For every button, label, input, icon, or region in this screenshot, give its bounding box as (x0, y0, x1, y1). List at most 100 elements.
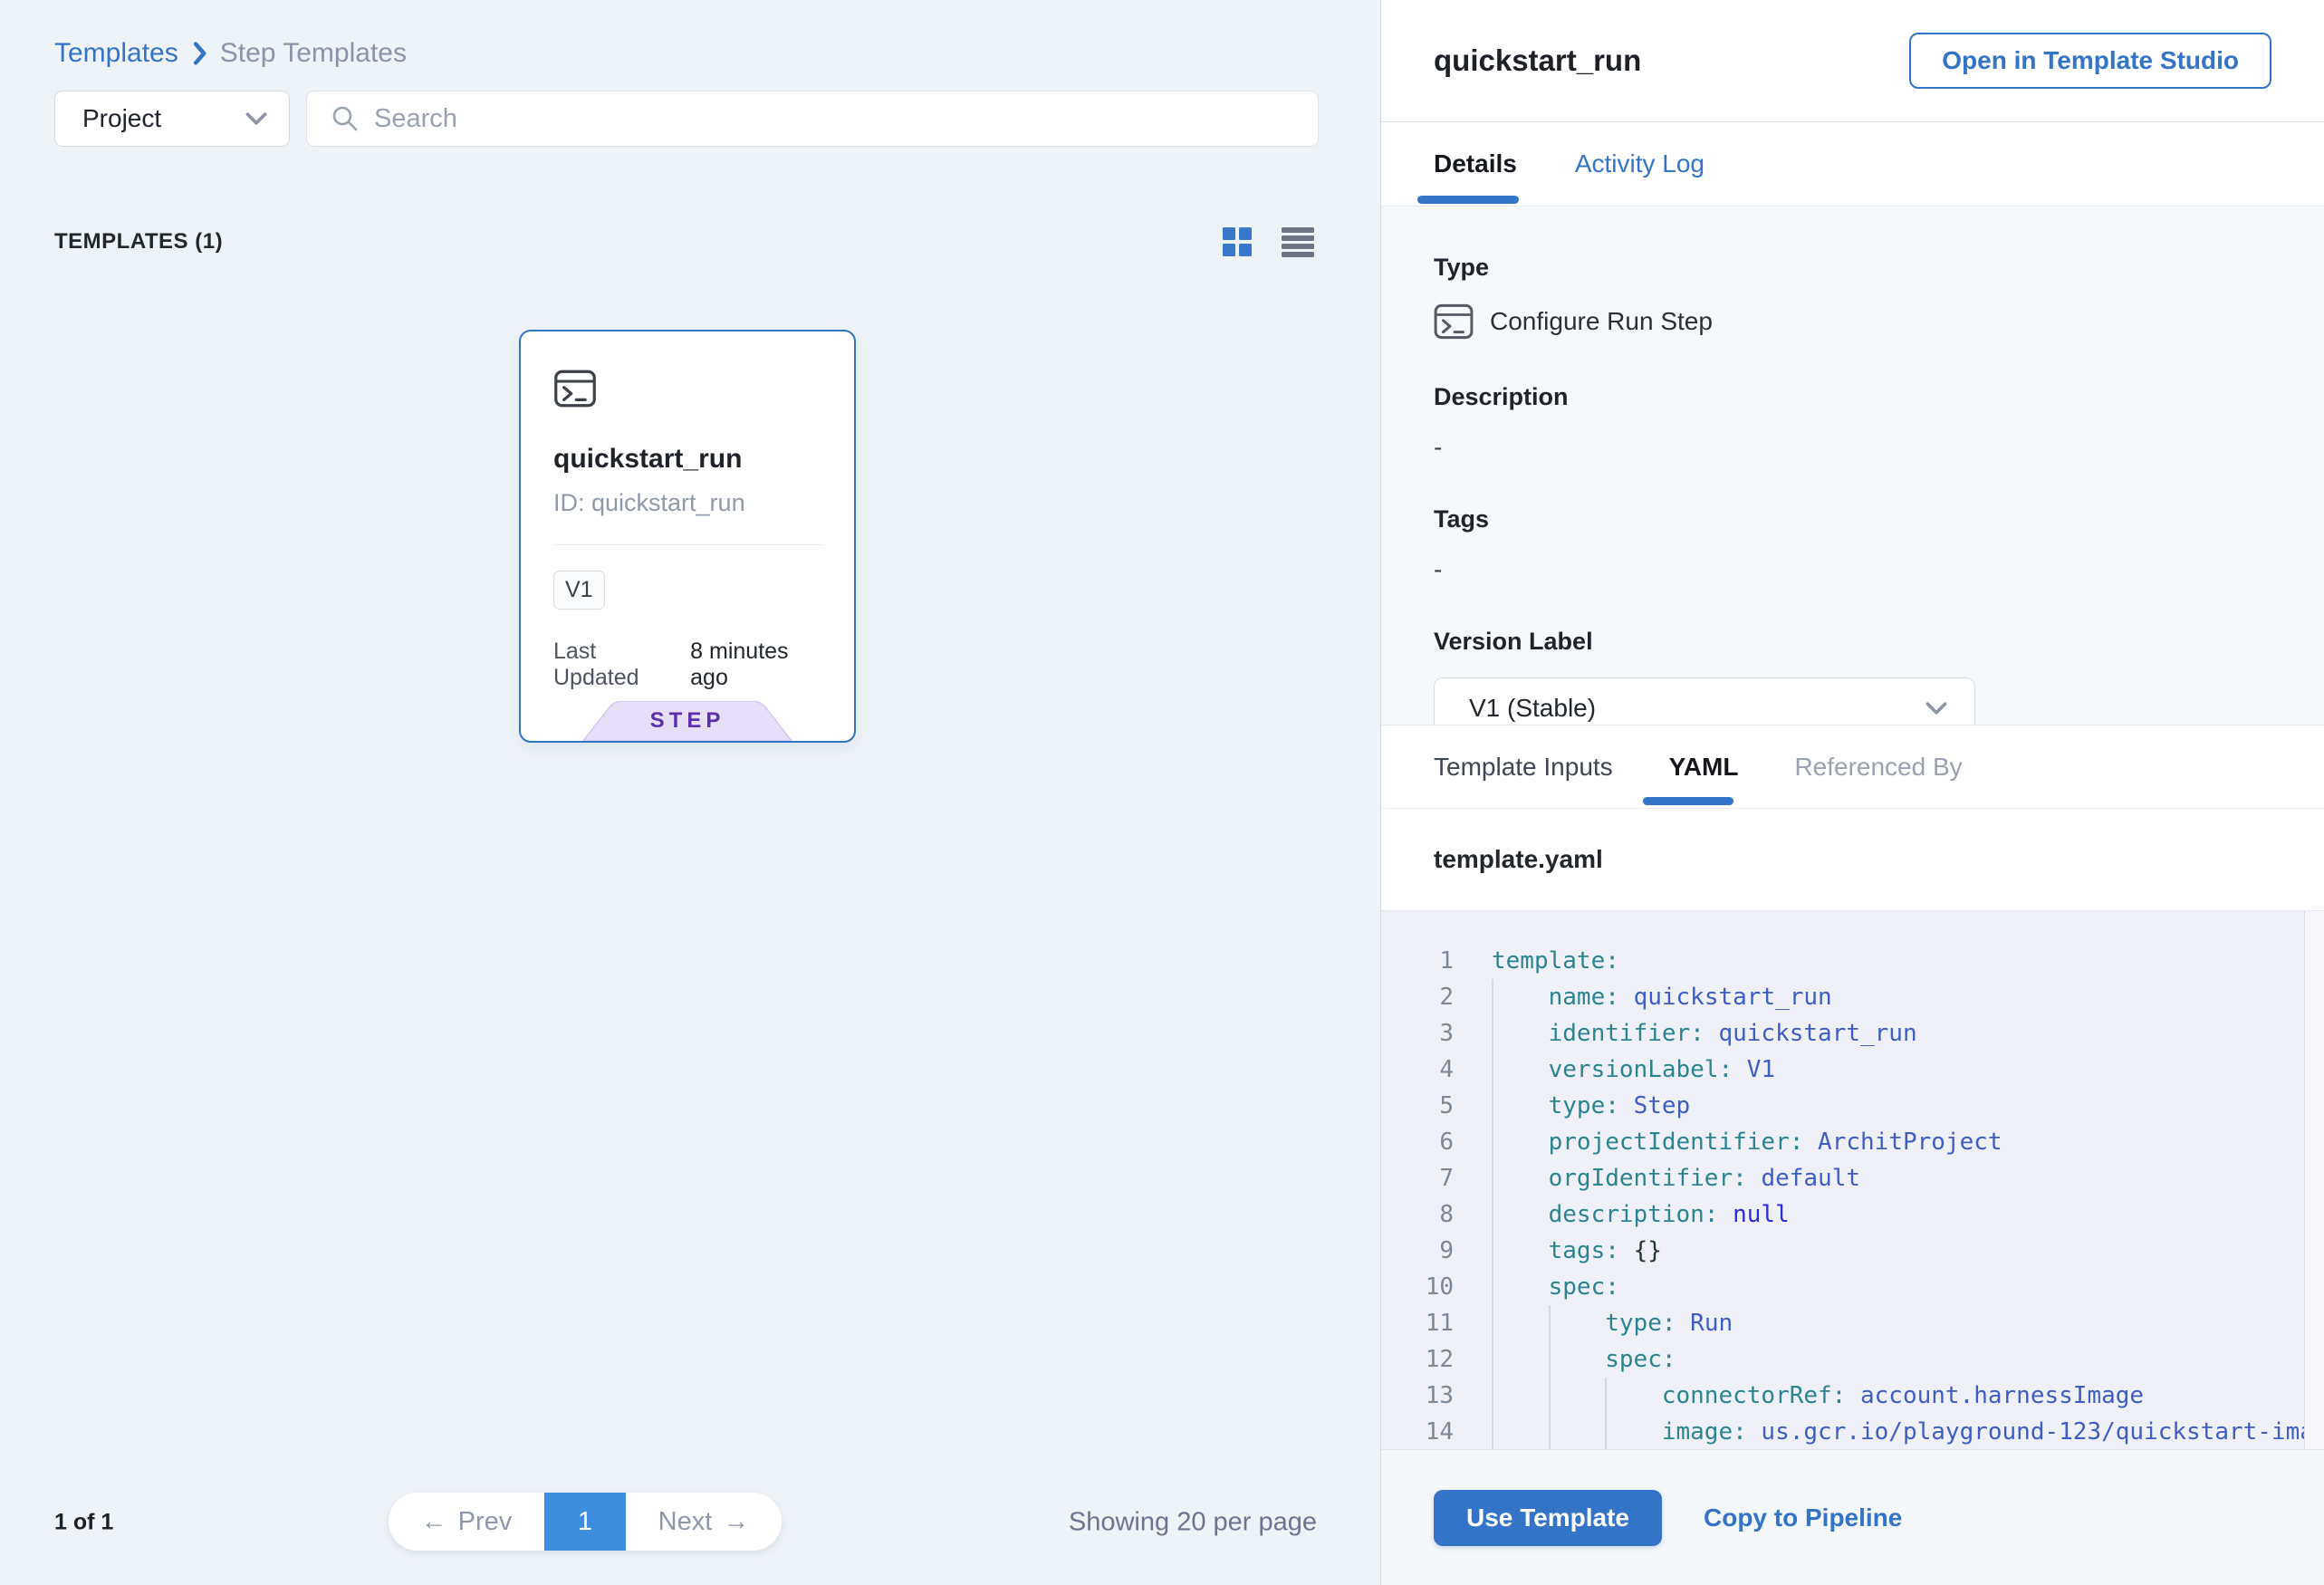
yaml-line: 6 projectIdentifier: ArchitProject (1381, 1124, 2324, 1160)
page-count-label: 1 of 1 (54, 1510, 113, 1536)
template-card-body: quickstart_run ID: quickstart_run V1 Las… (521, 331, 854, 691)
pagination: ← Prev 1 Next → (389, 1493, 782, 1551)
details-content: Type Configure Run Step Description - Ta… (1381, 206, 2324, 725)
list-header: TEMPLATES (1) (0, 147, 1380, 261)
next-page-button[interactable]: Next → (626, 1493, 782, 1551)
card-divider (553, 544, 821, 545)
details-title: quickstart_run (1434, 43, 1641, 78)
yaml-line-text: name: quickstart_run (1492, 979, 1832, 1015)
per-page-label: Showing 20 per page (1069, 1508, 1317, 1538)
tab-referenced-by[interactable]: Referenced By (1794, 753, 1962, 782)
grid-view-button[interactable] (1219, 223, 1255, 261)
yaml-line-text: spec: (1492, 1341, 1676, 1378)
yaml-line-text: connectorRef: account.harnessImage (1492, 1378, 2144, 1414)
template-card-title: quickstart_run (553, 444, 821, 475)
template-card[interactable]: quickstart_run ID: quickstart_run V1 Las… (519, 330, 856, 743)
yaml-line-text: orgIdentifier: default (1492, 1160, 1860, 1196)
yaml-line: 8 description: null (1381, 1196, 2324, 1233)
yaml-line-text: tags: {} (1492, 1233, 1662, 1269)
yaml-line: 13 connectorRef: account.harnessImage (1381, 1378, 2324, 1414)
prev-label: Prev (458, 1507, 513, 1537)
tags-value: - (1434, 555, 2271, 584)
type-field: Type Configure Run Step (1434, 254, 2271, 340)
tab-template-inputs[interactable]: Template Inputs (1434, 753, 1613, 782)
line-number: 3 (1381, 1015, 1454, 1052)
tags-label: Tags (1434, 505, 2271, 533)
yaml-line: 9 tags: {} (1381, 1233, 2324, 1269)
tags-field: Tags - (1434, 505, 2271, 584)
type-value: Configure Run Step (1490, 307, 1713, 336)
line-number: 9 (1381, 1233, 1454, 1269)
yaml-line: 4 versionLabel: V1 (1381, 1052, 2324, 1088)
yaml-line: 1template: (1381, 943, 2324, 979)
copy-to-pipeline-link[interactable]: Copy to Pipeline (1704, 1503, 1902, 1532)
line-number: 6 (1381, 1124, 1454, 1160)
next-label: Next (658, 1507, 713, 1537)
templates-count-label: TEMPLATES (1) (54, 229, 223, 255)
prev-page-button[interactable]: ← Prev (389, 1493, 544, 1551)
details-tabs: Details Activity Log (1381, 122, 2324, 206)
templates-list-panel: Templates Step Templates Project TEMPLAT… (0, 0, 1381, 1585)
yaml-file-title: template.yaml (1434, 845, 1603, 874)
line-number: 12 (1381, 1341, 1454, 1378)
line-number: 2 (1381, 979, 1454, 1015)
line-number: 13 (1381, 1378, 1454, 1414)
template-card-id: ID: quickstart_run (553, 489, 821, 517)
yaml-line-text: type: Run (1492, 1305, 1733, 1341)
yaml-code: 1template:2 name: quickstart_run3 identi… (1381, 911, 2324, 1449)
active-subtab-indicator (1643, 797, 1733, 805)
line-number: 14 (1381, 1414, 1454, 1449)
line-number: 1 (1381, 943, 1454, 979)
version-select-value: V1 (Stable) (1469, 694, 1596, 723)
list-toolbar: Project (0, 69, 1380, 147)
chevron-down-icon (1925, 701, 1947, 716)
open-template-studio-button[interactable]: Open in Template Studio (1909, 33, 2271, 89)
yaml-line: 12 spec: (1381, 1341, 2324, 1378)
last-updated-label: Last Updated (553, 639, 677, 691)
version-badge: V1 (553, 571, 605, 610)
page-1-button[interactable]: 1 (544, 1493, 626, 1551)
tab-activity-log[interactable]: Activity Log (1575, 149, 1705, 178)
line-number: 10 (1381, 1269, 1454, 1305)
yaml-line: 14 image: us.gcr.io/playground-123/quick… (1381, 1414, 2324, 1449)
list-view-button[interactable] (1279, 223, 1317, 261)
chevron-right-icon (191, 42, 207, 65)
yaml-line: 5 type: Step (1381, 1088, 2324, 1124)
yaml-line: 2 name: quickstart_run (1381, 979, 2324, 1015)
yaml-line: 3 identifier: quickstart_run (1381, 1015, 2324, 1052)
app-root: Templates Step Templates Project TEMPLAT… (0, 0, 2324, 1585)
tab-yaml[interactable]: YAML (1669, 753, 1739, 782)
details-footer: Use Template Copy to Pipeline (1381, 1449, 2324, 1585)
scope-select[interactable]: Project (54, 91, 290, 147)
use-template-button[interactable]: Use Template (1434, 1490, 1662, 1546)
prev-arrow-icon: ← (421, 1507, 447, 1537)
run-step-icon (553, 370, 597, 408)
step-type-ribbon: STEP (582, 701, 792, 741)
line-number: 4 (1381, 1052, 1454, 1088)
yaml-lines: 1template:2 name: quickstart_run3 identi… (1381, 943, 2324, 1449)
details-sub-tabs: Template Inputs YAML Referenced By (1381, 725, 2324, 808)
version-label: Version Label (1434, 628, 2271, 656)
indent-guide (1549, 1305, 1551, 1449)
yaml-editor[interactable]: 1template:2 name: quickstart_run3 identi… (1381, 910, 2324, 1449)
yaml-line-text: type: Step (1492, 1088, 1690, 1124)
description-label: Description (1434, 383, 2271, 411)
search-box[interactable] (306, 91, 1319, 147)
yaml-line-text: spec: (1492, 1269, 1619, 1305)
breadcrumb-templates-link[interactable]: Templates (54, 38, 178, 69)
yaml-line-text: description: null (1492, 1196, 1790, 1233)
line-number: 11 (1381, 1305, 1454, 1341)
search-input[interactable] (374, 104, 1296, 134)
template-details-panel: quickstart_run Open in Template Studio D… (1381, 0, 2324, 1585)
type-label: Type (1434, 254, 2271, 282)
tab-details[interactable]: Details (1434, 149, 1517, 178)
last-updated-row: Last Updated 8 minutes ago (553, 639, 821, 691)
breadcrumb-current: Step Templates (220, 38, 407, 69)
description-value: - (1434, 433, 2271, 462)
version-label-field: Version Label V1 (Stable) (1434, 628, 2271, 739)
editor-scrollbar[interactable] (2304, 911, 2324, 1449)
yaml-line-text: identifier: quickstart_run (1492, 1015, 1917, 1052)
yaml-file-header: template.yaml (1381, 808, 2324, 910)
yaml-line-text: image: us.gcr.io/playground-123/quicksta… (1492, 1414, 2324, 1449)
last-updated-value: 8 minutes ago (690, 639, 821, 691)
